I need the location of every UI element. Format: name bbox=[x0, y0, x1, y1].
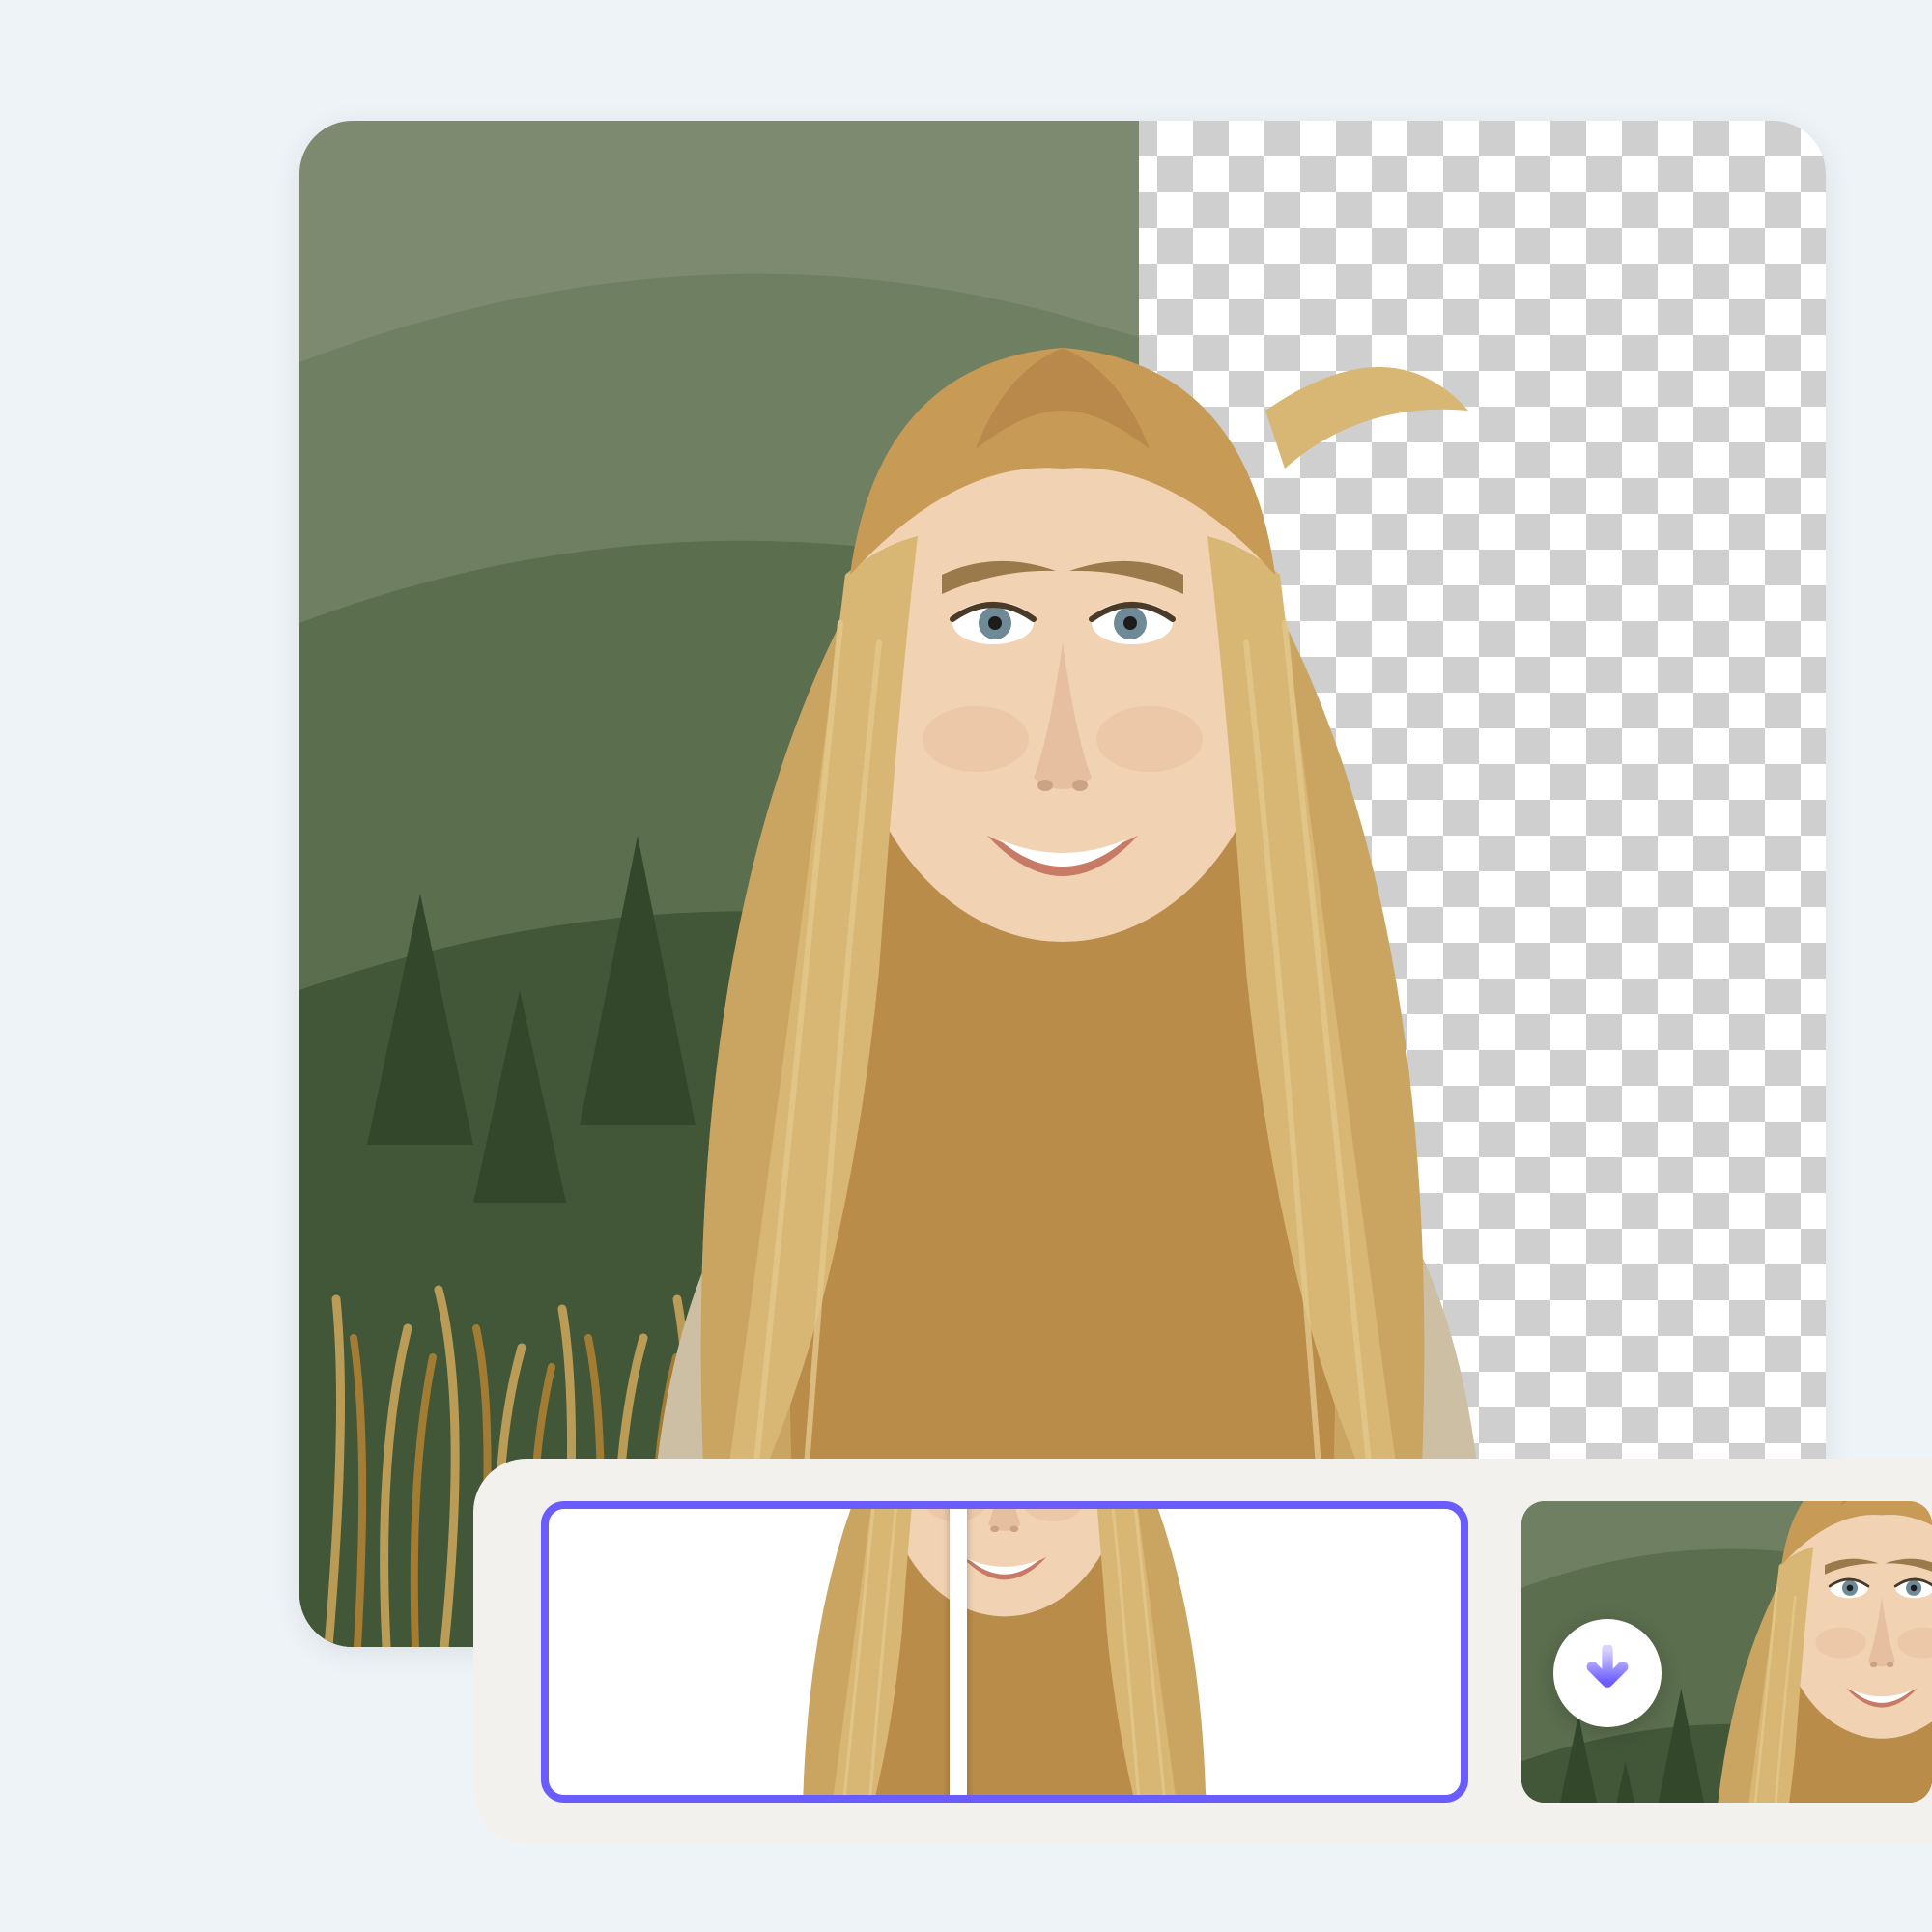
thumb-cutout[interactable] bbox=[541, 1501, 1468, 1803]
download-button[interactable] bbox=[1553, 1619, 1662, 1727]
result-filmstrip bbox=[473, 1459, 1932, 1845]
preview-cutout-side bbox=[299, 121, 1826, 1647]
comparison-preview[interactable] bbox=[299, 121, 1826, 1647]
thumb-compare-slider[interactable] bbox=[950, 1501, 967, 1803]
download-icon bbox=[1581, 1645, 1634, 1701]
